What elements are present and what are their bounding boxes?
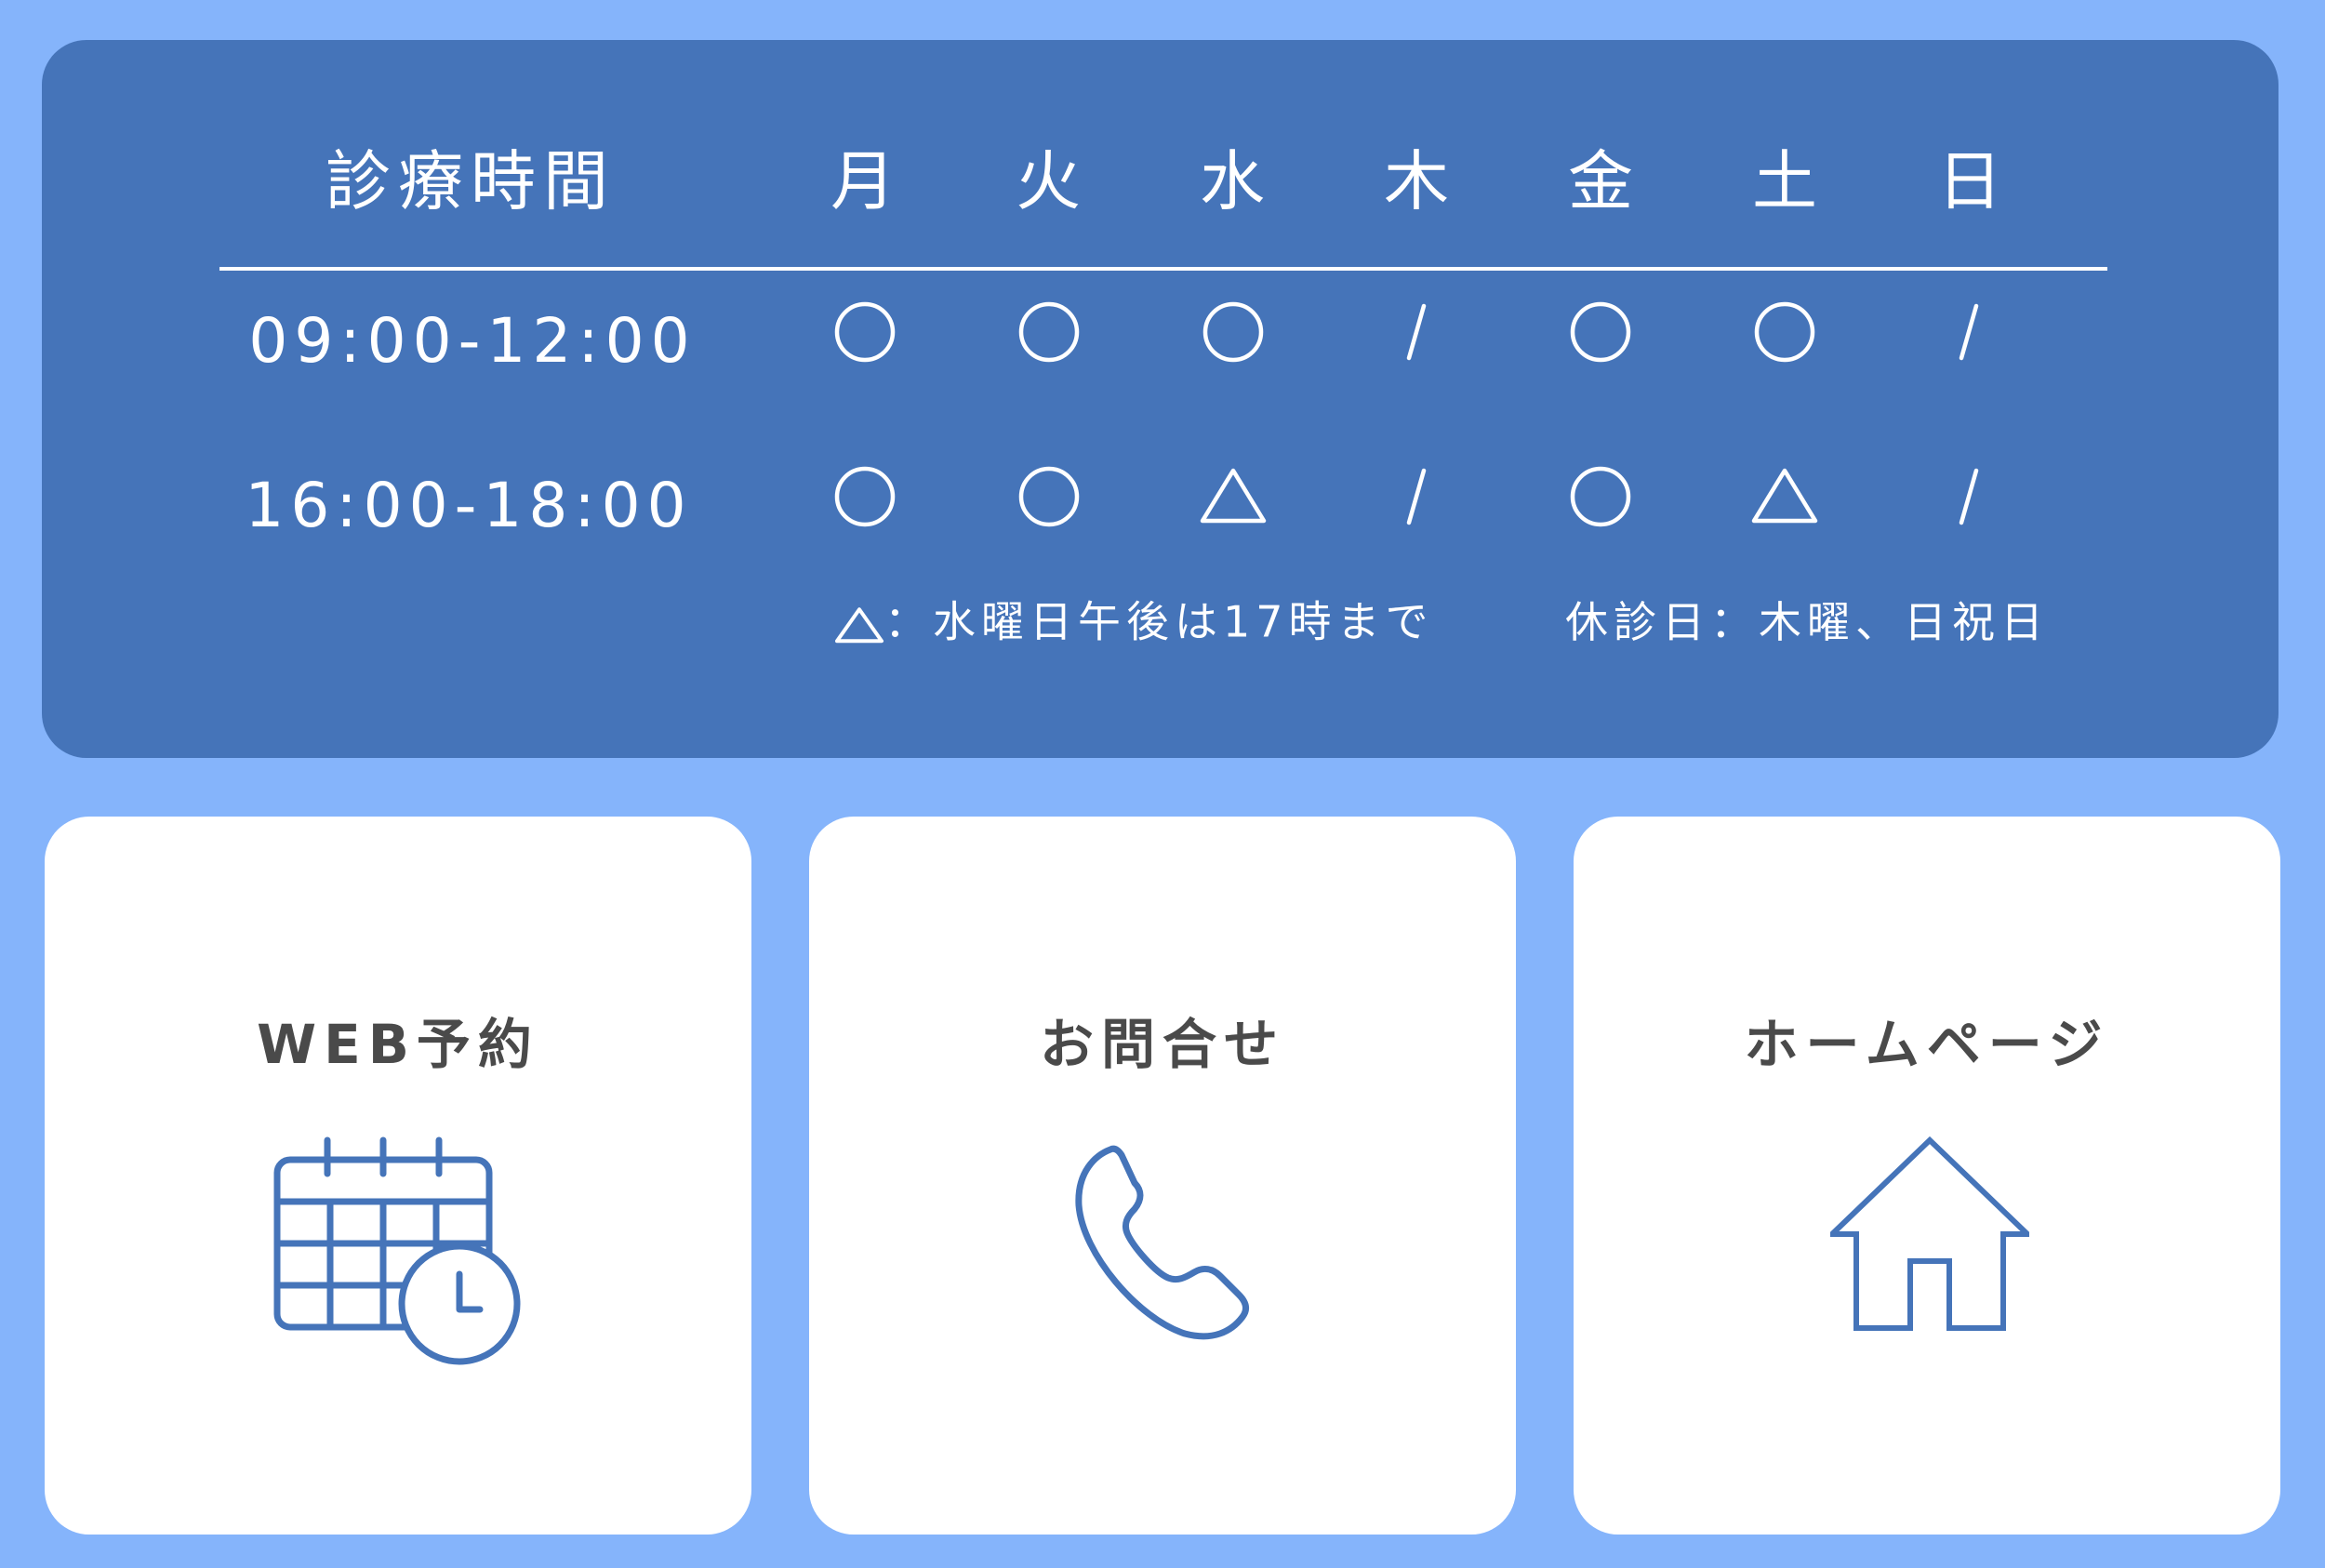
web-reservation-label: WEB予約 [257, 1013, 539, 1076]
triangle-mark-icon [835, 606, 884, 643]
mark-triangle-pm-sat [1751, 468, 1818, 524]
home-icon [1830, 1136, 2029, 1331]
mark-slash-am-sun [1959, 303, 1979, 361]
schedule-title: 診療時間 [326, 143, 616, 219]
day-header-sun: 日 [1937, 143, 2002, 219]
mark-circle-am-mon [834, 301, 896, 363]
day-header-sat: 土 [1752, 143, 1817, 219]
contact-label: お問合せ [1039, 1013, 1285, 1076]
time-slot-morning: 09:00-12:00 [248, 305, 697, 377]
contact-card[interactable]: お問合せ [809, 817, 1516, 1535]
time-slot-afternoon: 16:00-18:00 [245, 470, 693, 541]
day-header-thu: 木 [1384, 143, 1449, 219]
header-divider [219, 267, 2107, 271]
homepage-card[interactable]: ホームページ [1574, 817, 2280, 1535]
wednesday-note-text: ：水曜日午後は17時まで [884, 596, 1434, 647]
day-header-wed: 水 [1200, 143, 1265, 219]
mark-circle-pm-fri [1570, 466, 1631, 527]
calendar-clock-icon [273, 1136, 521, 1365]
web-reservation-card[interactable]: WEB予約 [45, 817, 751, 1535]
day-header-mon: 月 [830, 143, 896, 219]
homepage-label: ホームページ [1744, 1013, 2110, 1076]
day-header-tue: 火 [1016, 143, 1081, 219]
closed-days-note: 休診日：木曜、日祝日 [1565, 597, 2049, 647]
schedule-panel: 診療時間 月 火 水 木 金 土 日 09:00-12:00 16:00-18:… [42, 40, 2278, 758]
mark-circle-pm-mon [834, 466, 896, 527]
mark-slash-pm-sun [1959, 468, 1979, 525]
mark-circle-am-fri [1570, 301, 1631, 363]
mark-triangle-pm-wed [1200, 468, 1267, 524]
wednesday-note: ：水曜日午後は17時まで [834, 600, 1434, 644]
mark-circle-am-sat [1754, 301, 1815, 363]
mark-slash-am-thu [1406, 303, 1427, 361]
mark-circle-am-tue [1018, 301, 1080, 363]
mark-circle-pm-tue [1018, 466, 1080, 527]
day-header-fri: 金 [1568, 143, 1633, 219]
mark-slash-pm-thu [1406, 468, 1427, 525]
mark-circle-am-wed [1202, 301, 1264, 363]
phone-icon [1075, 1145, 1249, 1340]
